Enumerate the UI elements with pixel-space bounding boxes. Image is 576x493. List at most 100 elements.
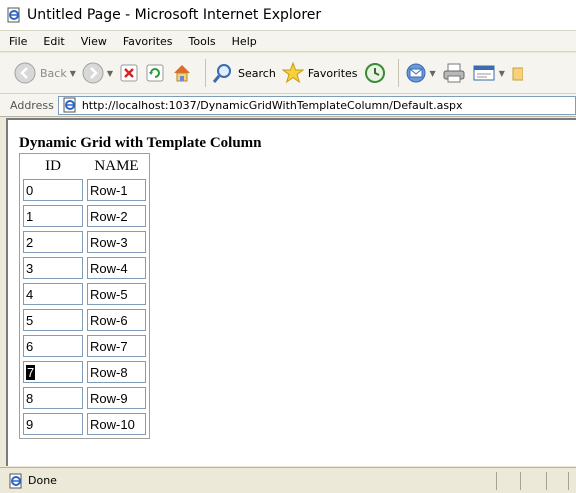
- name-cell: Row-6: [86, 308, 147, 332]
- id-textbox[interactable]: 3: [23, 257, 83, 279]
- history-icon: [364, 63, 385, 83]
- discuss-button[interactable]: [511, 58, 523, 88]
- name-textbox[interactable]: Row-4: [87, 257, 146, 279]
- name-value: Row-3: [90, 234, 128, 250]
- mail-dropdown-icon[interactable]: ▼: [430, 69, 436, 78]
- menu-favorites[interactable]: Favorites: [123, 35, 173, 48]
- home-icon: [174, 65, 191, 82]
- title-bar: Untitled Page - Microsoft Internet Explo…: [0, 0, 576, 31]
- search-icon: [212, 64, 232, 83]
- name-textbox[interactable]: Row-2: [87, 205, 146, 227]
- id-cell: 8: [22, 386, 84, 410]
- toolbar: Back ▼ ▼ Search Favorites ▼ ▼: [0, 53, 576, 94]
- menu-edit[interactable]: Edit: [43, 35, 64, 48]
- status-panel: [546, 472, 547, 490]
- id-cell: 9: [22, 412, 84, 436]
- name-value: Row-7: [90, 338, 128, 354]
- address-input[interactable]: http://localhost:1037/DynamicGridWithTem…: [57, 95, 576, 115]
- id-value: 9: [26, 416, 34, 432]
- name-textbox[interactable]: Row-10: [87, 413, 146, 435]
- id-textbox[interactable]: 5: [23, 309, 83, 331]
- id-value: 7: [26, 364, 36, 380]
- table-row: 2 Row-3: [22, 230, 147, 254]
- id-textbox[interactable]: 1: [23, 205, 83, 227]
- table-row: 9 Row-10: [22, 412, 147, 436]
- history-button[interactable]: [364, 58, 386, 88]
- name-textbox[interactable]: Row-5: [87, 283, 146, 305]
- search-label: Search: [238, 66, 276, 80]
- id-cell: 7: [22, 360, 84, 384]
- id-textbox[interactable]: 9: [23, 413, 83, 435]
- table-row: 5 Row-6: [22, 308, 147, 332]
- table-row: 3 Row-4: [22, 256, 147, 280]
- column-header-name: NAME: [94, 157, 139, 174]
- id-textbox[interactable]: 0: [23, 179, 83, 201]
- name-value: Row-5: [90, 286, 128, 302]
- menu-file[interactable]: File: [9, 35, 27, 48]
- refresh-button[interactable]: [145, 58, 165, 88]
- forward-dropdown-icon[interactable]: ▼: [107, 69, 113, 78]
- edit-dropdown-icon[interactable]: ▼: [499, 69, 505, 78]
- id-textbox[interactable]: 4: [23, 283, 83, 305]
- name-cell: Row-5: [86, 282, 147, 306]
- name-textbox[interactable]: Row-9: [87, 387, 146, 409]
- home-button[interactable]: [171, 58, 193, 88]
- edit-button[interactable]: ▼: [472, 58, 505, 88]
- favorites-button[interactable]: Favorites: [281, 58, 358, 88]
- page-heading: Dynamic Grid with Template Column: [19, 135, 262, 151]
- menu-view[interactable]: View: [81, 35, 107, 48]
- table-row: 7 Row-8: [22, 360, 147, 384]
- id-textbox[interactable]: 2: [23, 231, 83, 253]
- print-button[interactable]: [442, 58, 466, 88]
- name-cell: Row-9: [86, 386, 147, 410]
- status-text: Done: [28, 474, 57, 487]
- id-value: 2: [26, 234, 34, 250]
- toolbar-separator: [205, 59, 207, 87]
- id-value: 5: [26, 312, 34, 328]
- id-value: 1: [26, 208, 34, 224]
- name-value: Row-9: [90, 390, 128, 406]
- name-textbox[interactable]: Row-6: [87, 309, 146, 331]
- status-panel: [496, 472, 497, 490]
- id-textbox[interactable]: 6: [23, 335, 83, 357]
- id-value: 8: [26, 390, 34, 406]
- status-panel: [568, 472, 569, 490]
- menu-help[interactable]: Help: [232, 35, 257, 48]
- name-cell: Row-1: [86, 178, 147, 202]
- menu-tools[interactable]: Tools: [189, 35, 216, 48]
- back-dropdown-icon[interactable]: ▼: [70, 69, 76, 78]
- name-textbox[interactable]: Row-3: [87, 231, 146, 253]
- stop-icon: [120, 64, 138, 82]
- address-label: Address: [10, 98, 54, 112]
- favorites-label: Favorites: [307, 66, 358, 80]
- forward-button[interactable]: ▼: [82, 58, 113, 88]
- search-button[interactable]: Search: [212, 58, 276, 88]
- name-value: Row-1: [90, 182, 128, 198]
- id-textbox[interactable]: 8: [23, 387, 83, 409]
- back-button[interactable]: Back ▼: [14, 58, 76, 88]
- edit-page-icon: [473, 65, 495, 81]
- status-panel: [520, 472, 521, 490]
- name-textbox[interactable]: Row-7: [87, 335, 146, 357]
- address-bar: Address http://localhost:1037/DynamicGri…: [0, 94, 576, 117]
- name-textbox[interactable]: Row-8: [87, 361, 146, 383]
- id-value: 3: [26, 260, 34, 276]
- stop-button[interactable]: [119, 58, 139, 88]
- star-icon: [281, 62, 304, 84]
- status-bar: Done: [0, 467, 576, 493]
- id-cell: 2: [22, 230, 84, 254]
- back-label: Back: [40, 66, 67, 80]
- name-value: Row-4: [90, 260, 128, 276]
- toolbar-separator: [397, 59, 399, 87]
- name-value: Row-10: [90, 416, 135, 432]
- id-textbox[interactable]: 7: [23, 361, 83, 383]
- name-textbox[interactable]: Row-1: [87, 179, 146, 201]
- mail-button[interactable]: ▼: [405, 58, 436, 88]
- table-row: 6 Row-7: [22, 334, 147, 358]
- table-row: 1 Row-2: [22, 204, 147, 228]
- back-arrow-icon: [14, 62, 36, 84]
- name-cell: Row-3: [86, 230, 147, 254]
- address-url: http://localhost:1037/DynamicGridWithTem…: [81, 98, 463, 112]
- window-title: Untitled Page - Microsoft Internet Explo…: [27, 7, 322, 23]
- dynamic-grid: ID NAME 0 Row-1 1 Row-2 2 Row-3 3 Row-4 4 Row-5 5 R…: [19, 153, 150, 439]
